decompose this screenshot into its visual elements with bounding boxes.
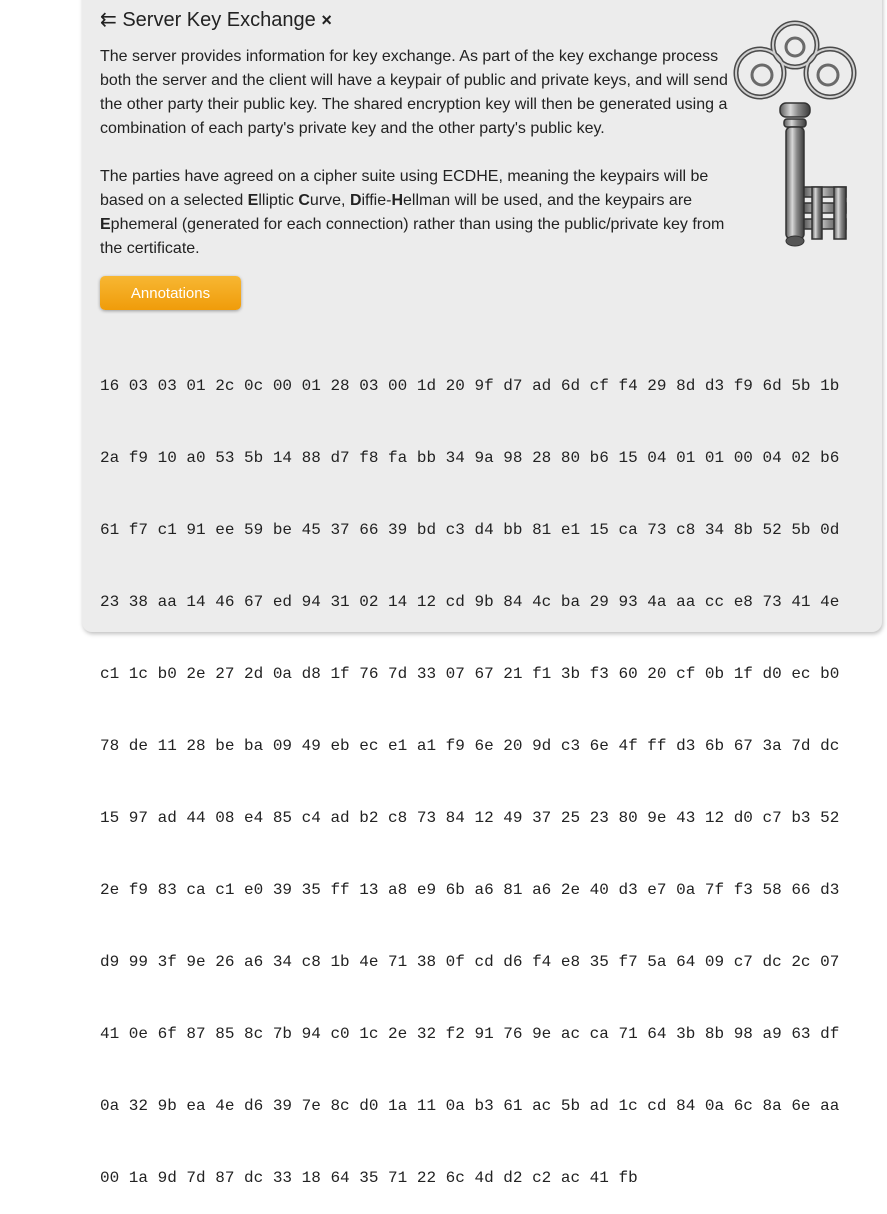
hex-line: 0a 32 9b ea 4e d6 39 7e 8c d0 1a 11 0a b… <box>100 1097 840 1115</box>
description-paragraph-1: The server provides information for key … <box>100 48 728 137</box>
hex-line: c1 1c b0 2e 27 2d 0a d8 1f 76 7d 33 07 6… <box>100 665 840 683</box>
hex-line: 00 1a 9d 7d 87 dc 33 18 64 35 71 22 6c 4… <box>100 1169 638 1187</box>
key-icon <box>733 20 857 247</box>
hex-line: 16 03 03 01 2c 0c 00 01 28 03 00 1d 20 9… <box>100 377 840 395</box>
hex-line: 15 97 ad 44 08 e4 85 c4 ad b2 c8 73 84 1… <box>100 809 840 827</box>
section-title-text: Server Key Exchange <box>122 9 316 31</box>
hex-line: 2a f9 10 a0 53 5b 14 88 d7 f8 fa bb 34 9… <box>100 449 840 467</box>
description-paragraph-2: The parties have agreed on a cipher suit… <box>100 168 725 257</box>
hex-line: 41 0e 6f 87 85 8c 7b 94 c0 1c 2e 32 f2 9… <box>100 1025 840 1043</box>
description: The server provides information for key … <box>100 45 730 261</box>
hex-line: d9 99 3f 9e 26 a6 34 c8 1b 4e 71 38 0f c… <box>100 953 840 971</box>
section-title: ⇇ Server Key Exchange × <box>100 7 332 33</box>
hex-dump: 16 03 03 01 2c 0c 00 01 28 03 00 1d 20 9… <box>100 326 839 1214</box>
hex-line: 2e f9 83 ca c1 e0 39 35 ff 13 a8 e9 6b a… <box>100 881 840 899</box>
double-left-arrow-icon: ⇇ <box>100 9 117 31</box>
close-icon[interactable]: × <box>321 10 332 30</box>
hex-line: 23 38 aa 14 46 67 ed 94 31 02 14 12 cd 9… <box>100 593 840 611</box>
hex-line: 78 de 11 28 be ba 09 49 eb ec e1 a1 f9 6… <box>100 737 840 755</box>
annotations-button[interactable]: Annotations <box>100 276 241 310</box>
hex-line: 61 f7 c1 91 ee 59 be 45 37 66 39 bd c3 d… <box>100 521 840 539</box>
